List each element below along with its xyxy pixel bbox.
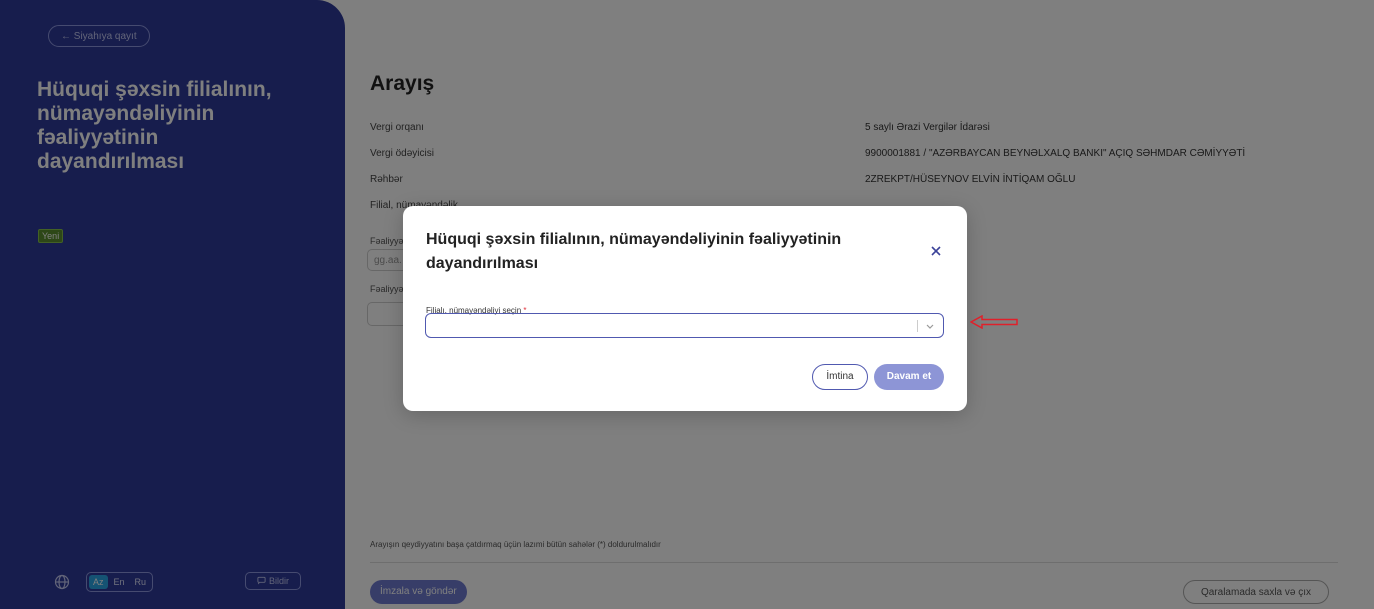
continue-button[interactable]: Davam et bbox=[874, 364, 944, 390]
select-branch-modal: Hüquqi şəxsin filialının, nümayəndəliyin… bbox=[403, 206, 967, 411]
select-separator bbox=[917, 320, 918, 332]
modal-title: Hüquqi şəxsin filialının, nümayəndəliyin… bbox=[426, 231, 842, 272]
annotation-arrow-icon bbox=[970, 315, 1018, 329]
cancel-button[interactable]: İmtina bbox=[812, 364, 868, 390]
close-icon[interactable] bbox=[929, 244, 943, 258]
branch-select[interactable] bbox=[425, 313, 944, 338]
chevron-down-icon[interactable] bbox=[924, 320, 936, 332]
